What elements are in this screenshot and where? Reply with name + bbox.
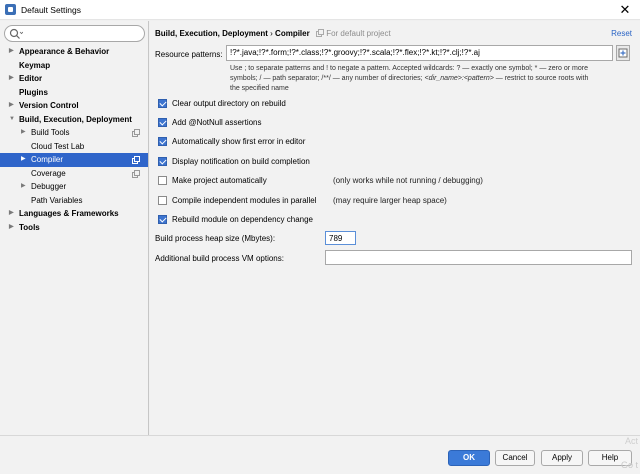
dialog-footer: Act OK Cancel Apply Help Go t [0,435,640,474]
breadcrumb-section: Build, Execution, Deployment [155,29,268,38]
for-default-project-label: For default project [326,29,391,38]
sidebar-item-build-execution-deployment[interactable]: ▼ Build, Execution, Deployment [0,113,148,127]
sidebar-item-coverage[interactable]: Coverage [0,167,148,181]
sidebar-item-label: Compiler [31,155,64,164]
sidebar-item-label: Appearance & Behavior [19,47,110,56]
settings-search-input[interactable] [4,25,145,42]
breadcrumb: Build, Execution, Deployment › Compiler … [155,29,391,38]
sidebar-item-label: Path Variables [31,195,83,205]
settings-tree: ▶ Appearance & Behavior Keymap ▶ Editor … [0,45,148,234]
sidebar-item-label: Tools [19,222,40,232]
sidebar-item-tools[interactable]: ▶ Tools [0,221,148,235]
sidebar-item-label: Debugger [31,182,67,191]
ok-button[interactable]: OK [448,450,490,466]
project-copy-icon [132,169,140,178]
expand-arrow-icon[interactable]: ▶ [21,126,29,140]
expand-field-icon [618,48,628,58]
sidebar-item-label: Coverage [31,168,66,178]
activation-watermark: Act [624,436,638,446]
sidebar-item-cloud-test-lab[interactable]: Cloud Test Lab [0,140,148,154]
resource-patterns-hint: Use ; to separate patterns and ! to nega… [230,64,634,94]
make-automatically-checkbox[interactable] [158,176,167,185]
parallel-compile-label: Compile independent modules in parallel [172,196,317,205]
expand-arrow-icon[interactable]: ▶ [9,72,17,86]
hint-line: symbols; / — path separator; /**/ — any … [230,75,589,82]
sidebar-item-label: Build, Execution, Deployment [19,114,132,124]
cancel-button[interactable]: Cancel [495,450,535,466]
vm-options-input[interactable] [325,250,632,265]
sidebar-item-build-tools[interactable]: ▶ Build Tools [0,126,148,140]
show-first-error-label: Automatically show first error in editor [172,137,306,146]
sidebar-item-editor[interactable]: ▶ Editor [0,72,148,86]
sidebar-item-label: Editor [19,74,43,83]
heap-size-input[interactable]: 789 [325,231,356,245]
sidebar-item-languages-frameworks[interactable]: ▶ Languages & Frameworks [0,207,148,221]
expand-arrow-icon[interactable]: ▶ [9,221,17,235]
breadcrumb-page: Compiler [275,29,310,38]
show-first-error-checkbox[interactable] [158,137,167,146]
sidebar-item-label: Languages & Frameworks [19,209,119,218]
sidebar-item-debugger[interactable]: ▶ Debugger [0,180,148,194]
expand-arrow-icon[interactable]: ▶ [9,207,17,221]
make-automatically-label: Make project automatically [172,176,267,185]
sidebar-item-appearance-behavior[interactable]: ▶ Appearance & Behavior [0,45,148,59]
app-icon [5,4,16,15]
project-copy-icon [132,156,140,164]
sidebar-item-label: Cloud Test Lab [31,141,85,151]
activation-watermark: Go t [620,460,638,470]
compiler-settings-panel: Build, Execution, Deployment › Compiler … [150,21,640,435]
apply-button[interactable]: Apply [541,450,583,466]
expand-arrow-icon[interactable]: ▶ [21,180,29,194]
hint-line: the specified name [230,85,289,92]
default-project-icon [315,29,324,37]
window-close-button[interactable]: ✕ [610,0,640,20]
expand-arrow-icon[interactable]: ▶ [9,45,17,59]
sidebar-item-label: Plugins [19,87,48,97]
resource-patterns-input[interactable]: !?*.java;!?*.form;!?*.class;!?*.groovy;!… [226,45,613,61]
rebuild-on-dependency-label: Rebuild module on dependency change [172,215,313,224]
build-notification-checkbox[interactable] [158,157,167,166]
project-copy-icon [132,129,140,137]
sidebar-item-keymap[interactable]: Keymap [0,59,148,73]
resource-patterns-label: Resource patterns: [155,50,223,59]
window-title: Default Settings [21,5,82,15]
expand-arrow-icon[interactable]: ▶ [21,153,29,167]
settings-sidebar: ▶ Appearance & Behavior Keymap ▶ Editor … [0,21,149,435]
sidebar-item-version-control[interactable]: ▶ Version Control [0,99,148,113]
heap-size-label: Build process heap size (Mbytes): [155,234,276,243]
rebuild-on-dependency-checkbox[interactable] [158,215,167,224]
breadcrumb-separator: › [270,29,273,38]
collapse-arrow-icon[interactable]: ▼ [9,113,17,127]
expand-arrow-icon[interactable]: ▶ [9,99,17,113]
parallel-compile-checkbox[interactable] [158,196,167,205]
hint-line: Use ; to separate patterns and ! to nega… [230,65,588,72]
search-icon [9,28,23,39]
sidebar-item-path-variables[interactable]: Path Variables [0,194,148,208]
sidebar-item-plugins[interactable]: Plugins [0,86,148,100]
sidebar-item-label: Version Control [19,101,79,110]
sidebar-item-label: Keymap [19,60,51,70]
notnull-assertions-checkbox[interactable] [158,118,167,127]
sidebar-item-label: Build Tools [31,128,70,137]
title-bar: Default Settings ✕ [0,0,640,20]
notnull-assertions-label: Add @NotNull assertions [172,118,262,127]
make-automatically-note: (only works while not running / debuggin… [333,176,483,185]
resource-patterns-edit-button[interactable] [616,45,630,61]
clear-output-checkbox[interactable] [158,99,167,108]
vm-options-label: Additional build process VM options: [155,254,284,263]
sidebar-item-compiler[interactable]: ▶ Compiler [0,153,148,167]
parallel-compile-note: (may require larger heap space) [333,196,447,205]
clear-output-label: Clear output directory on rebuild [172,99,286,108]
reset-link[interactable]: Reset [611,29,632,38]
build-notification-label: Display notification on build completion [172,157,310,166]
